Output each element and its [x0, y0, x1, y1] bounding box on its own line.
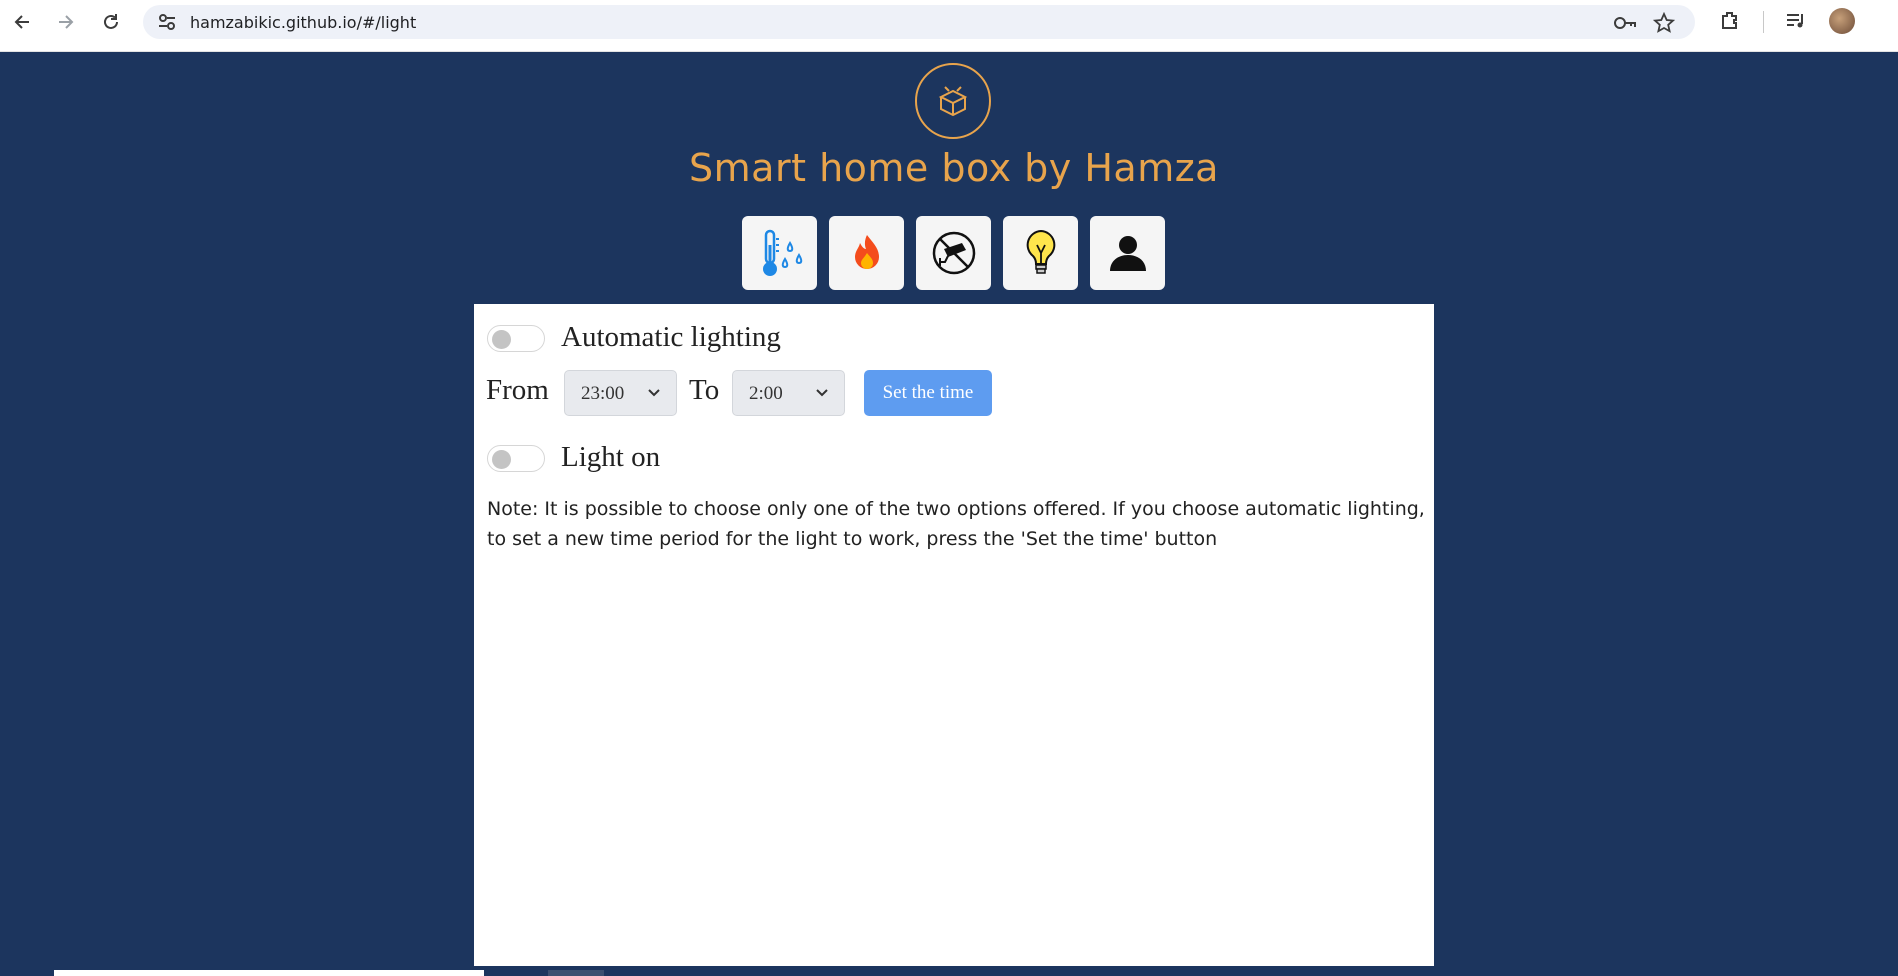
tab-fire[interactable]	[829, 216, 904, 290]
user-icon	[1109, 236, 1146, 271]
site-info-icon[interactable]	[157, 13, 177, 31]
chevron-down-icon	[648, 389, 660, 397]
light-bulb-icon	[1026, 229, 1055, 274]
scrollbar-thumb[interactable]	[548, 970, 604, 976]
extensions-icon[interactable]	[1718, 9, 1742, 33]
address-bar[interactable]: hamzabikic.github.io/#/light	[143, 5, 1695, 39]
set-time-button[interactable]: Set the time	[864, 370, 992, 416]
note-text: Note: It is possible to choose only one …	[487, 498, 1425, 550]
profile-avatar[interactable]	[1829, 8, 1855, 34]
to-time-value: 2:00	[749, 383, 783, 404]
reload-icon[interactable]	[97, 8, 125, 36]
site-title: Smart home box by Hamza	[689, 146, 1219, 190]
browser-toolbar: hamzabikic.github.io/#/light	[0, 0, 1898, 52]
security-camera-icon	[932, 231, 975, 275]
tab-light[interactable]	[1003, 216, 1078, 290]
media-queue-icon[interactable]	[1784, 9, 1808, 33]
tab-security[interactable]	[916, 216, 991, 290]
light-on-toggle[interactable]	[487, 445, 545, 472]
chevron-down-icon	[816, 389, 828, 397]
light-on-label: Light on	[561, 441, 661, 473]
toggle-knob	[492, 450, 511, 469]
to-time-select[interactable]: 2:00	[732, 370, 845, 416]
horizontal-scrollbar[interactable]	[54, 970, 484, 976]
tab-temperature[interactable]	[742, 216, 817, 290]
automatic-lighting-toggle[interactable]	[487, 325, 545, 352]
bookmark-star-icon[interactable]	[1652, 11, 1676, 33]
automatic-lighting-label: Automatic lighting	[561, 321, 781, 353]
to-label: To	[689, 374, 720, 406]
from-time-value: 23:00	[581, 383, 625, 404]
from-time-select[interactable]: 23:00	[564, 370, 677, 416]
toggle-knob	[492, 330, 511, 349]
back-arrow-icon[interactable]	[8, 8, 36, 36]
toolbar-divider	[1763, 11, 1764, 33]
box-icon	[915, 63, 991, 139]
forward-arrow-icon[interactable]	[52, 8, 80, 36]
tab-user[interactable]	[1090, 216, 1165, 290]
password-key-icon[interactable]	[1613, 14, 1636, 32]
from-label: From	[486, 374, 549, 406]
fire-icon	[854, 235, 879, 269]
url-text[interactable]: hamzabikic.github.io/#/light	[190, 13, 416, 32]
thermometer-humidity-icon	[762, 229, 802, 276]
